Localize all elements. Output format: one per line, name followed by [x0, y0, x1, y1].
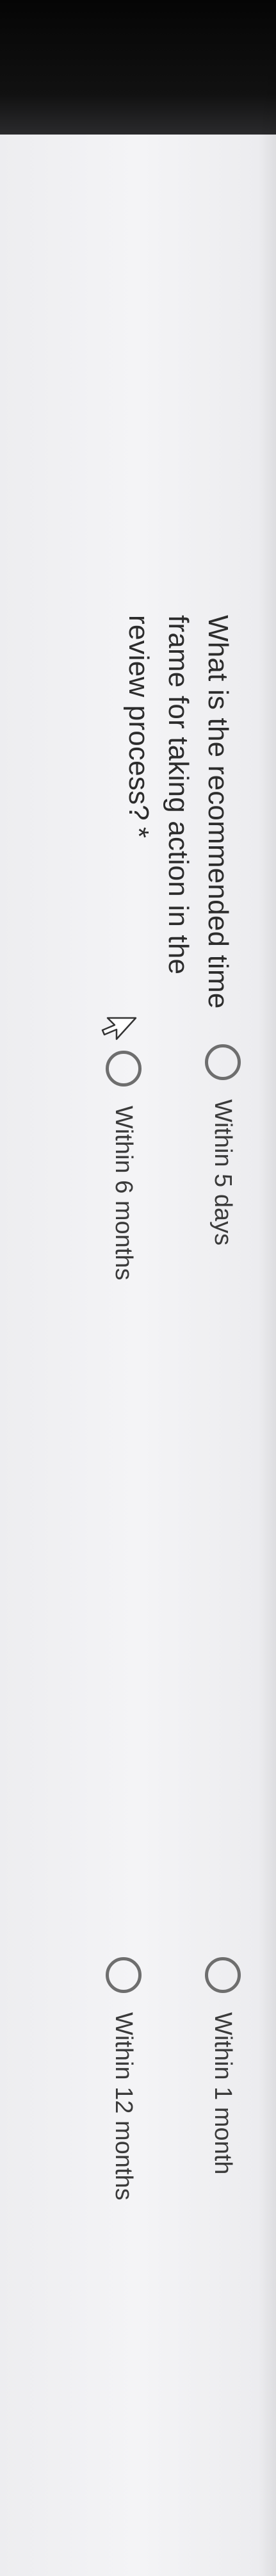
option-within-1-month[interactable]: Within 1 month: [205, 1957, 241, 2174]
radio-button[interactable]: [106, 1051, 142, 1087]
option-label: Within 1 month: [209, 2012, 237, 2175]
mouse-pointer-icon: [101, 1017, 137, 1040]
radio-button[interactable]: [205, 1957, 241, 1993]
option-within-6-months[interactable]: Within 6 months: [106, 1051, 142, 1280]
form-question-block: What is the recommended time frame for t…: [0, 0, 276, 2576]
option-label: Within 5 days: [209, 1099, 237, 1246]
radio-button[interactable]: [106, 1957, 142, 1993]
question-text: What is the recommended time frame for t…: [118, 615, 238, 1063]
option-label: Within 12 months: [110, 2012, 138, 2201]
option-within-5-days[interactable]: Within 5 days: [205, 1044, 241, 1245]
option-within-12-months[interactable]: Within 12 months: [106, 1957, 142, 2201]
option-label: Within 6 months: [110, 1106, 138, 1281]
radio-button[interactable]: [205, 1044, 241, 1080]
required-marker: *: [123, 826, 154, 839]
question-label: What is the recommended time frame for t…: [123, 615, 234, 1009]
